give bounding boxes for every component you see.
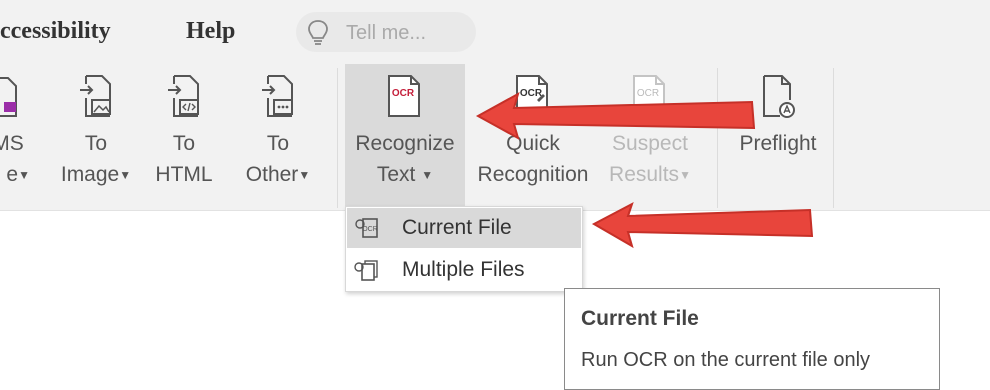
group-separator bbox=[833, 68, 834, 208]
multiple-files-ocr-icon bbox=[354, 260, 378, 281]
svg-text:OCR: OCR bbox=[362, 226, 378, 233]
tell-me-placeholder: Tell me... bbox=[346, 22, 427, 44]
menu-item-multiple-files[interactable]: Multiple Files bbox=[347, 250, 581, 290]
to-image-button[interactable]: To Image▼ bbox=[56, 72, 136, 191]
to-html-button[interactable]: To HTML bbox=[148, 72, 220, 190]
recognize-text-dropdown: OCR Current File Multiple Files bbox=[345, 206, 583, 292]
multiple-files-label: Multiple Files bbox=[402, 258, 525, 281]
to-other-line2: Other bbox=[245, 163, 299, 186]
to-other-button[interactable]: To Other▼ bbox=[236, 72, 320, 191]
to-image-line2: Image bbox=[60, 163, 120, 186]
preflight-icon bbox=[763, 75, 795, 118]
to-ms-office-button[interactable]: MS e▼ bbox=[0, 72, 30, 191]
to-html-line2: HTML bbox=[155, 163, 213, 186]
tell-me-search[interactable]: Tell me... bbox=[296, 12, 476, 52]
to-image-icon bbox=[80, 75, 111, 117]
tooltip-title: Current File bbox=[581, 307, 699, 330]
annotation-arrow-current-file bbox=[591, 201, 814, 249]
recognize-text-line2: Text bbox=[376, 163, 416, 186]
to-ms-office-line2: e bbox=[6, 163, 19, 186]
tab-help[interactable]: Help bbox=[186, 18, 235, 45]
menu-item-current-file[interactable]: OCR Current File bbox=[347, 208, 581, 248]
recognize-text-button[interactable]: OCR Recognize Text ▼ bbox=[345, 72, 465, 191]
to-image-line1: To bbox=[84, 132, 108, 155]
quick-recognition-line2: Recognition bbox=[477, 163, 589, 186]
tab-accessibility[interactable]: ccessibility bbox=[0, 18, 111, 45]
group-separator bbox=[337, 68, 338, 208]
to-html-icon bbox=[168, 75, 199, 117]
suspect-results-line2: Results bbox=[609, 163, 680, 186]
to-ms-office-icon bbox=[0, 77, 17, 117]
lightbulb-icon bbox=[308, 20, 328, 45]
to-other-line1: To bbox=[266, 132, 290, 155]
annotation-arrow-recognize bbox=[475, 91, 756, 141]
tooltip-body: Run OCR on the current file only bbox=[581, 349, 871, 371]
to-other-icon bbox=[262, 75, 293, 117]
recognize-text-line1: Recognize bbox=[355, 132, 455, 155]
to-html-line1: To bbox=[172, 132, 196, 155]
current-file-ocr-icon: OCR bbox=[355, 218, 378, 238]
ocr-icon-text: OCR bbox=[392, 88, 415, 99]
ribbon-tab-bar: ccessibility Help Tell me... bbox=[0, 0, 990, 62]
to-ms-office-line1: MS bbox=[0, 132, 24, 155]
current-file-label: Current File bbox=[402, 216, 512, 239]
ocr-document-icon: OCR bbox=[388, 75, 420, 117]
current-file-tooltip: Current File Run OCR on the current file… bbox=[564, 288, 940, 390]
